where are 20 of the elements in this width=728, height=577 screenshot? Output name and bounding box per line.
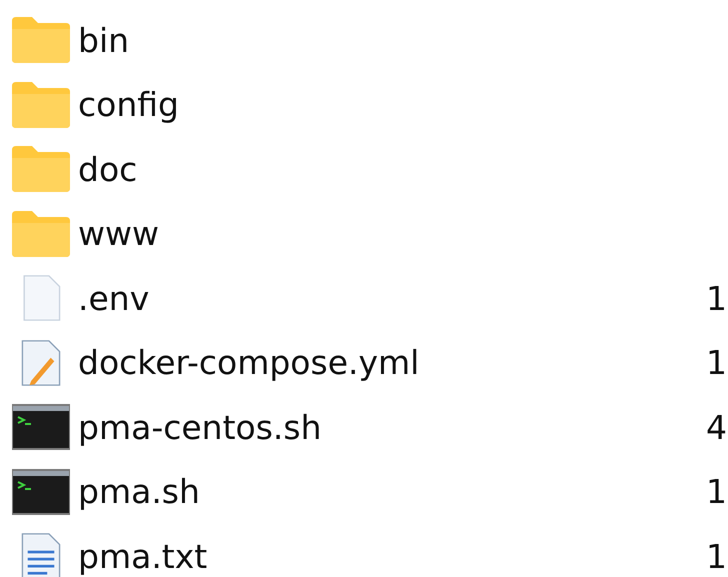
file-size: 4 [706, 408, 728, 447]
file-size: 1 [706, 278, 728, 318]
file-name[interactable]: bin [78, 20, 706, 60]
file-name[interactable]: pma-centos.sh [78, 408, 706, 447]
folder-icon [12, 210, 70, 257]
file-size: 1 [706, 536, 728, 576]
folder-icon [12, 82, 70, 128]
file-size: 1 [706, 472, 728, 512]
folder-icon [12, 146, 70, 192]
terminal-icon [12, 468, 70, 515]
file-name[interactable]: pma.txt [78, 536, 706, 576]
file-name[interactable]: .env [78, 278, 706, 318]
file-name[interactable]: www [78, 214, 706, 254]
file-name[interactable]: pma.sh [78, 472, 706, 512]
file-name[interactable]: config [78, 85, 706, 124]
file-name[interactable]: doc [78, 150, 706, 189]
file-name[interactable]: docker-compose.yml [78, 343, 706, 382]
terminal-icon [12, 404, 70, 450]
file-size: 1 [706, 343, 728, 382]
folder-icon [12, 17, 70, 64]
